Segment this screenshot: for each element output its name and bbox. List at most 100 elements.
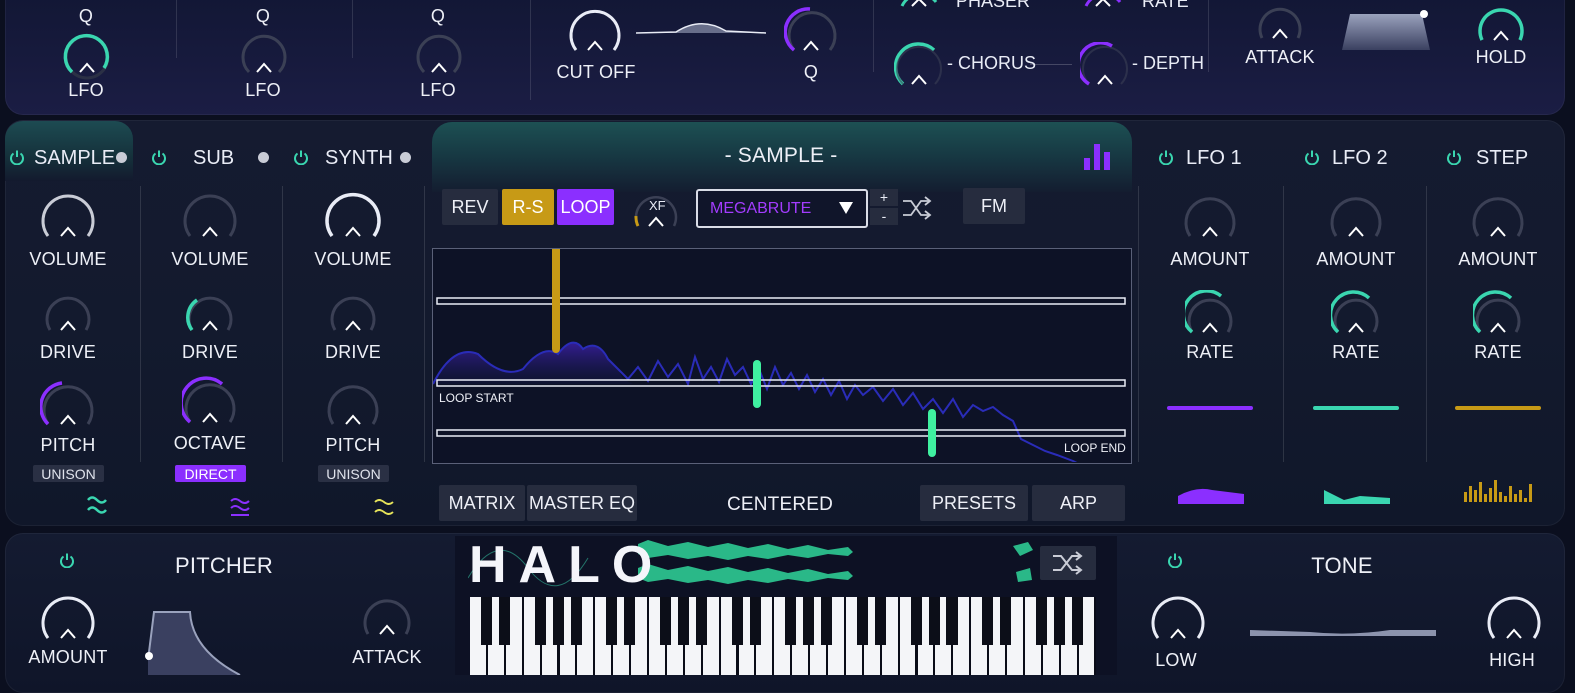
lfo1-amount-knob[interactable]: [1181, 190, 1239, 244]
filter-q-knob[interactable]: [784, 4, 840, 58]
tab-sample-dot[interactable]: [116, 152, 127, 163]
synth-pitch-knob[interactable]: [325, 378, 381, 432]
shuffle-icon[interactable]: [902, 196, 932, 220]
loop-button[interactable]: LOOP: [557, 189, 614, 225]
wave-icon[interactable]: [87, 494, 107, 518]
randomize-button[interactable]: [1040, 546, 1096, 580]
black-key[interactable]: [749, 597, 761, 645]
lfo-knob-3[interactable]: [414, 32, 464, 82]
black-key[interactable]: [731, 597, 743, 645]
step-rate-knob[interactable]: [1473, 290, 1523, 338]
preset-select[interactable]: MEGABRUTE: [696, 189, 868, 228]
envelope-curve[interactable]: [1338, 8, 1434, 52]
lfo1-rate-knob[interactable]: [1185, 290, 1235, 338]
power-icon[interactable]: [1167, 552, 1183, 568]
rs-button[interactable]: R-S: [502, 189, 554, 225]
preset-prev-button[interactable]: -: [870, 208, 898, 225]
power-icon[interactable]: [1446, 149, 1462, 165]
black-key[interactable]: [821, 597, 833, 645]
black-key[interactable]: [803, 597, 815, 645]
black-key[interactable]: [695, 597, 707, 645]
step-amount-bar[interactable]: [1455, 406, 1541, 410]
black-key[interactable]: [481, 597, 493, 645]
sub-octave-knob[interactable]: [182, 376, 238, 430]
synth-volume-knob[interactable]: [322, 186, 384, 244]
black-key[interactable]: [534, 597, 546, 645]
lfo2-shape-icon[interactable]: [1322, 484, 1392, 506]
black-key[interactable]: [928, 597, 940, 645]
black-key[interactable]: [856, 597, 869, 645]
black-key[interactable]: [1035, 597, 1048, 645]
black-key[interactable]: [874, 597, 886, 645]
wave-icon[interactable]: [230, 496, 250, 518]
black-key[interactable]: [946, 597, 958, 645]
black-key[interactable]: [606, 597, 618, 645]
lfo1-amount-bar[interactable]: [1167, 406, 1253, 410]
black-key[interactable]: [1053, 597, 1065, 645]
matrix-button[interactable]: MATRIX: [439, 485, 525, 521]
phaser-knob[interactable]: [896, 0, 944, 18]
attack-knob[interactable]: [1256, 0, 1306, 44]
depth-knob[interactable]: [1080, 42, 1130, 92]
black-key[interactable]: [1000, 597, 1012, 645]
piano-keyboard[interactable]: [470, 597, 1096, 675]
tab-step[interactable]: STEP: [1476, 147, 1528, 170]
sub-direct-badge[interactable]: DIRECT: [175, 465, 246, 482]
tab-synth[interactable]: SYNTH: [325, 147, 393, 170]
step-sequence-icon[interactable]: [1462, 478, 1534, 504]
power-icon[interactable]: [1158, 149, 1174, 165]
cutoff-knob[interactable]: [566, 4, 624, 58]
black-key[interactable]: [910, 597, 922, 645]
tab-sub-dot[interactable]: [258, 152, 269, 163]
rev-button[interactable]: REV: [442, 189, 498, 225]
lfo2-amount-knob[interactable]: [1327, 190, 1385, 244]
wave-icon[interactable]: [374, 496, 394, 518]
sub-drive-knob[interactable]: [185, 288, 235, 336]
preset-next-button[interactable]: +: [870, 189, 898, 206]
bars-icon[interactable]: [1082, 140, 1114, 172]
mode-label[interactable]: CENTERED: [727, 494, 833, 516]
synth-drive-knob[interactable]: [328, 288, 378, 336]
lfo2-amount-bar[interactable]: [1313, 406, 1399, 410]
sample-pitch-knob[interactable]: [40, 378, 96, 432]
lfo-knob-1[interactable]: [62, 32, 112, 82]
chorus-knob[interactable]: [894, 42, 944, 92]
sample-drive-knob[interactable]: [43, 288, 93, 336]
pitcher-curve[interactable]: [140, 610, 260, 675]
sub-volume-knob[interactable]: [180, 188, 240, 244]
synth-unison-badge[interactable]: UNISON: [318, 465, 389, 482]
black-key[interactable]: [785, 597, 797, 645]
black-key[interactable]: [552, 597, 564, 645]
power-icon[interactable]: [59, 552, 75, 568]
rate-knob[interactable]: [1080, 0, 1128, 18]
power-icon[interactable]: [9, 149, 25, 165]
black-key[interactable]: [660, 597, 672, 645]
tab-sub[interactable]: SUB: [193, 147, 234, 170]
black-key[interactable]: [1071, 597, 1083, 645]
black-key[interactable]: [982, 597, 994, 645]
hold-knob[interactable]: [1476, 0, 1528, 46]
tab-synth-dot[interactable]: [400, 152, 411, 163]
black-key[interactable]: [498, 597, 511, 645]
pitcher-attack-knob[interactable]: [360, 590, 414, 640]
power-icon[interactable]: [293, 149, 309, 165]
tone-low-knob[interactable]: [1148, 590, 1208, 646]
fm-button[interactable]: FM: [963, 188, 1025, 224]
black-key[interactable]: [624, 597, 636, 645]
tab-lfo2[interactable]: LFO 2: [1332, 147, 1388, 170]
lfo1-shape-icon[interactable]: [1176, 484, 1246, 506]
tone-high-knob[interactable]: [1484, 590, 1544, 646]
arp-button[interactable]: ARP: [1032, 485, 1125, 521]
master-eq-button[interactable]: MASTER EQ: [527, 485, 637, 521]
lfo2-rate-knob[interactable]: [1331, 290, 1381, 338]
lfo-knob-2[interactable]: [239, 32, 289, 82]
power-icon[interactable]: [151, 149, 167, 165]
sample-unison-badge[interactable]: UNISON: [33, 465, 104, 482]
black-key[interactable]: [570, 597, 582, 645]
power-icon[interactable]: [1304, 149, 1320, 165]
tab-sample[interactable]: SAMPLE: [34, 147, 115, 170]
black-key[interactable]: [677, 597, 690, 645]
presets-button[interactable]: PRESETS: [920, 485, 1028, 521]
step-amount-knob[interactable]: [1469, 190, 1527, 244]
sample-volume-knob[interactable]: [38, 188, 98, 244]
